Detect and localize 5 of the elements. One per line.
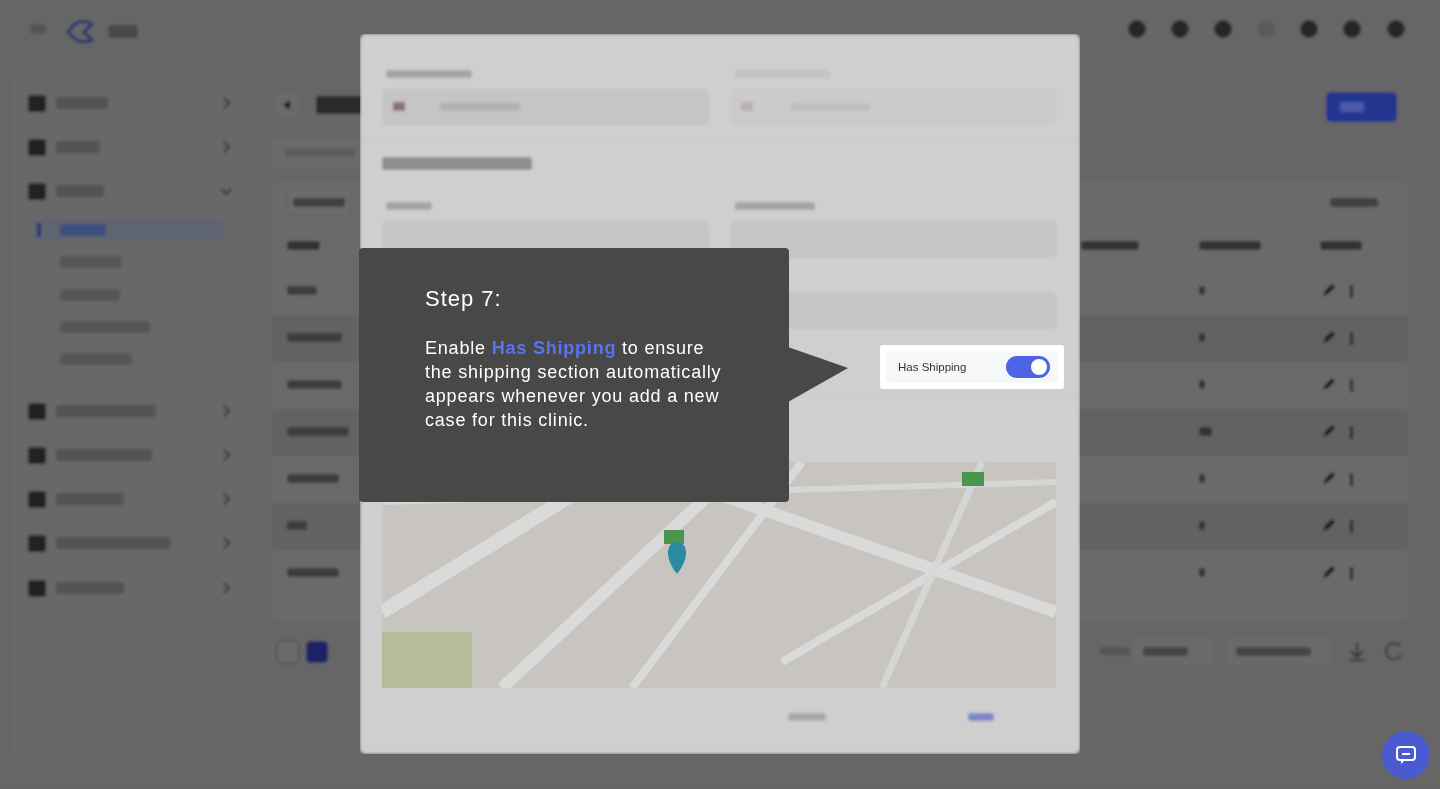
chat-icon <box>1396 746 1416 764</box>
has-shipping-toggle[interactable] <box>1006 356 1050 378</box>
tooltip-title: Step 7: <box>425 286 503 312</box>
toggle-label: Has Shipping <box>898 361 967 373</box>
tooltip-text: Enable Has Shipping to ensure the shipping section automatically appears whenever you add a new case for this clinic. <box>425 337 723 432</box>
